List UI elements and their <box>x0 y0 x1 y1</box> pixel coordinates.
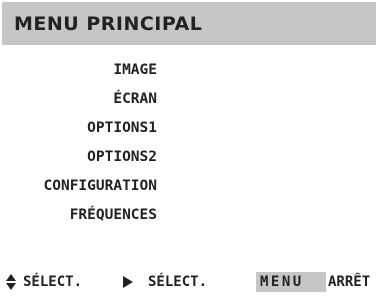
title-bar: MENU PRINCIPAL <box>2 2 376 45</box>
menu-item-ecran[interactable]: ÉCRAN <box>0 85 157 114</box>
menu-item-image[interactable]: IMAGE <box>0 56 157 85</box>
menu-item-configuration[interactable]: CONFIGURATION <box>0 172 158 201</box>
menu-exit-label: ARRÊT <box>328 274 371 290</box>
updown-select-label: SÉLECT. <box>23 274 83 290</box>
up-down-triangle-icon <box>6 274 16 290</box>
menu-item-options1[interactable]: OPTIONS1 <box>0 114 157 143</box>
main-menu: IMAGE ÉCRAN OPTIONS1 OPTIONS2 CONFIGURAT… <box>0 56 158 230</box>
osd-screen: MENU PRINCIPAL IMAGE ÉCRAN OPTIONS1 OPTI… <box>0 0 379 296</box>
right-triangle-icon <box>123 276 133 288</box>
footer-hints: SÉLECT. SÉLECT. MENU ARRÊT <box>0 272 379 292</box>
menu-key-badge: MENU <box>256 272 326 292</box>
menu-item-options2[interactable]: OPTIONS2 <box>0 143 157 172</box>
right-select-label: SÉLECT. <box>148 274 208 290</box>
menu-item-frequences[interactable]: FRÉQUENCES <box>0 201 157 230</box>
page-title: MENU PRINCIPAL <box>14 12 203 35</box>
